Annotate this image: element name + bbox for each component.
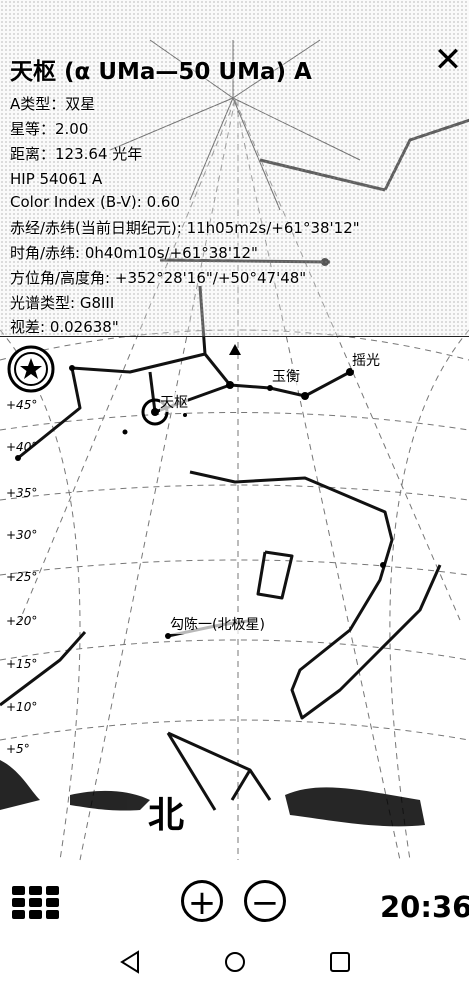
grid-label-15: +15°: [6, 657, 38, 671]
close-icon[interactable]: ✕: [432, 43, 464, 77]
info-distance: 距离：123.64 光年: [10, 145, 143, 163]
info-hour-angle: 时角/赤纬: 0h40m10s/+61°38'12": [10, 244, 258, 262]
star-label-yaoguang[interactable]: 摇光: [352, 350, 380, 370]
zoom-out-button[interactable]: −: [244, 880, 286, 923]
grid-label-10: +10°: [6, 700, 38, 714]
home-icon[interactable]: [220, 948, 250, 976]
star-label-polaris[interactable]: 勾陈一(北极星): [170, 614, 265, 634]
info-spectral-type: 光谱类型: G8III: [10, 294, 115, 312]
star-label-yuheng[interactable]: 玉衡: [272, 366, 300, 386]
grid-label-5: +5°: [6, 742, 30, 756]
grid-menu-icon[interactable]: [12, 886, 60, 920]
clock: 20:36: [380, 890, 469, 924]
grid-label-40: +40°: [6, 440, 38, 454]
info-parallax: 视差: 0.02638": [10, 318, 119, 336]
grid-label-30: +30°: [6, 528, 38, 542]
grid-label-25: +25°: [6, 570, 38, 584]
recents-icon[interactable]: [325, 948, 355, 976]
grid-label-20: +20°: [6, 614, 38, 628]
info-magnitude: 星等：2.00: [10, 120, 89, 138]
info-ra-dec: 赤经/赤纬(当前日期纪元): 11h05m2s/+61°38'12": [10, 219, 360, 237]
info-az-alt: 方位角/高度角: +352°28'16"/+50°47'48": [10, 269, 307, 287]
back-icon[interactable]: [116, 948, 146, 976]
info-hip: HIP 54061 A: [10, 170, 103, 188]
star-label-tianshu[interactable]: 天枢: [160, 392, 188, 412]
grid-label-35: +35°: [6, 486, 38, 500]
star-target-icon[interactable]: [6, 344, 56, 394]
grid-label-45: +45°: [6, 398, 38, 412]
star-title: 天枢 (α UMa—50 UMa) A: [10, 59, 312, 85]
info-color-index: Color Index (B-V): 0.60: [10, 193, 181, 211]
info-type: A类型：双星: [10, 95, 96, 113]
zoom-in-button[interactable]: +: [181, 880, 223, 923]
compass-north: 北: [148, 795, 185, 836]
